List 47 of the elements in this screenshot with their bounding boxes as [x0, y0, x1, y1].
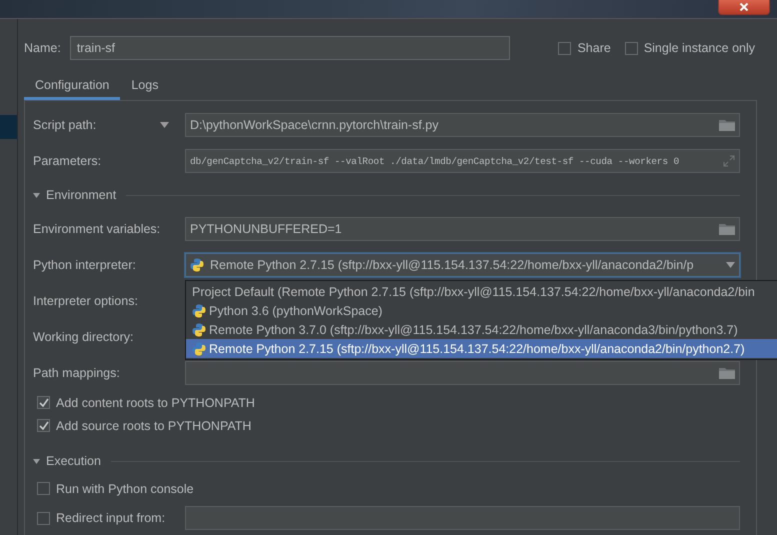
name-field[interactable]: train-sf [70, 36, 510, 60]
collapse-icon[interactable] [33, 458, 40, 464]
checkbox[interactable]: Share [558, 41, 611, 55]
folder-icon[interactable] [719, 119, 735, 131]
checkbox-label: Redirect input from: [56, 511, 166, 525]
name-label: Name: [24, 41, 61, 55]
checkbox-box[interactable] [37, 396, 50, 409]
menu-item[interactable]: Project Default (Remote Python 2.7.15 (sftp://bxx-yll@115.154.137.54:22/home/bxx-yll/anaconda2/bin [186, 282, 777, 301]
field-label: Working directory: [33, 330, 134, 344]
checkbox-box[interactable] [37, 419, 50, 432]
checkbox-box[interactable] [37, 512, 50, 524]
field-label: Python interpreter: [33, 258, 137, 272]
checkbox-box[interactable] [37, 482, 50, 495]
expand-icon[interactable] [723, 155, 735, 167]
field-label: Parameters: [33, 154, 102, 168]
folder-icon[interactable] [719, 367, 735, 379]
interpreter-dropdown[interactable]: Remote Python 2.7.15 (sftp://bxx-yll@115.154.137.54:22/home/bxx-yll/anaconda2/bin/p [185, 253, 740, 277]
checkbox[interactable]: Redirect input from: [37, 511, 185, 525]
field-label: Environment variables: [33, 222, 162, 236]
field-label: Script path: [33, 118, 185, 132]
menu-item[interactable]: Remote Python 3.7.0 (sftp://bxx-yll@115.154.137.54:22/home/bxx-yll/anaconda3/bin/python3.7) [186, 320, 777, 339]
input-field[interactable]: PYTHONUNBUFFERED=1 [185, 217, 740, 241]
caret-icon [160, 122, 169, 128]
folder-icon[interactable] [719, 223, 735, 235]
checkbox-box[interactable] [558, 42, 572, 54]
section-title: Execution [46, 454, 101, 468]
logo-icon [192, 304, 206, 318]
checkbox-box[interactable] [624, 42, 638, 54]
close-icon [739, 3, 749, 11]
close-button[interactable] [718, 0, 770, 15]
menu-item[interactable]: Python 3.6 (pythonWorkSpace) [186, 301, 777, 320]
parameters-field[interactable]: db/genCaptcha_v2/train-sf --valRoot ./data/lmdb/genCaptcha_v2/test-sf --cuda --workers 0 [185, 149, 740, 173]
collapse-icon[interactable] [33, 192, 40, 198]
tab[interactable]: Configuration [24, 72, 120, 100]
checkbox-label: Share [577, 41, 611, 55]
tab[interactable]: Logs [120, 72, 170, 100]
field-label: Interpreter options: [33, 294, 139, 308]
caret-icon [726, 262, 735, 268]
menu-item[interactable]: Remote Python 2.7.15 (sftp://bxx-yll@115.154.137.54:22/home/bxx-yll/anaconda2/bin/python2.7) [186, 339, 777, 358]
field-label: Path mappings: [33, 366, 121, 380]
section-title: Environment [46, 188, 116, 202]
input-field[interactable] [185, 361, 740, 385]
input-field[interactable] [185, 506, 740, 530]
logo-icon [192, 342, 206, 356]
script-path-field[interactable]: D:\pythonWorkSpace\crnn.pytorch\train-sf.py [185, 113, 740, 137]
logo-icon [192, 322, 206, 336]
logo-icon [190, 258, 204, 272]
